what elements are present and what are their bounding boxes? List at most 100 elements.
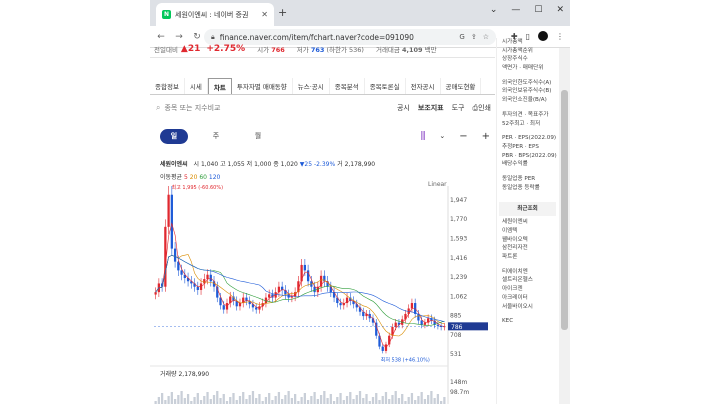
volume-bar bbox=[303, 393, 307, 404]
close-window-icon[interactable]: ✕ bbox=[556, 5, 564, 15]
sb-est-per[interactable]: 추정PER · EPS bbox=[497, 143, 558, 152]
y-tick-label: 1,947 bbox=[450, 197, 467, 204]
volume-bar bbox=[443, 397, 446, 404]
sb-per-eps[interactable]: PER · EPS(2022.09) bbox=[497, 134, 558, 143]
recent-viewed-title: 최근조회 bbox=[499, 202, 556, 217]
tab-news[interactable]: 뉴스·공시 bbox=[293, 78, 330, 94]
candle-body bbox=[170, 194, 173, 249]
volume-bar bbox=[173, 399, 177, 404]
print-link[interactable]: ⎙인쇄 bbox=[473, 103, 492, 113]
volume-bar bbox=[193, 397, 196, 404]
volume-bar bbox=[209, 399, 212, 404]
volume-bar bbox=[323, 391, 326, 404]
tab-title: 세원이엔씨 : 네이버 증권 bbox=[175, 10, 249, 19]
volume-bar bbox=[329, 394, 332, 404]
compare-search-input[interactable] bbox=[164, 104, 315, 112]
volume-bar bbox=[245, 399, 248, 404]
ticker-open-value: 766 bbox=[271, 45, 285, 54]
volume-bar bbox=[375, 393, 378, 404]
tools-link[interactable]: 도구 bbox=[452, 103, 465, 113]
volume-bar bbox=[336, 397, 339, 404]
search-icon: ⌕ bbox=[156, 103, 161, 112]
recent-item[interactable]: 아이크젠 bbox=[497, 285, 558, 294]
volume-bar bbox=[371, 397, 375, 404]
candle-body bbox=[222, 305, 225, 310]
volume-bar bbox=[242, 392, 245, 404]
sb-52week: 52주최고 · 최저 bbox=[502, 120, 541, 127]
period-day-button[interactable]: 일 bbox=[160, 128, 188, 144]
volume-bar bbox=[381, 396, 384, 404]
new-tab-icon[interactable]: + bbox=[278, 6, 287, 19]
volume-bar bbox=[238, 396, 242, 404]
browser-tab[interactable]: N 세원이엔씨 : 네이버 증권 ✕ bbox=[156, 3, 274, 26]
tab-discussion[interactable]: 종목토론실 bbox=[365, 78, 406, 94]
tab-disclosure[interactable]: 전자공시 bbox=[406, 78, 441, 94]
zoom-in-icon[interactable]: + bbox=[482, 131, 490, 142]
chart-tools: 공시 보조지표 도구 ⎙인쇄 bbox=[397, 103, 491, 113]
page-scrollbar-thumb[interactable] bbox=[561, 90, 568, 330]
change-pct: -2.39% bbox=[313, 161, 336, 168]
volume-bar bbox=[219, 398, 222, 404]
sb-dividend[interactable]: 배당수익률 bbox=[497, 160, 558, 169]
ma-line-5 bbox=[155, 222, 445, 348]
recent-item[interactable]: 아크레이터 bbox=[497, 294, 558, 303]
recent-item[interactable]: 파트론 bbox=[497, 253, 558, 262]
ticker-low-value: 763 bbox=[310, 45, 325, 54]
indicator-link[interactable]: 보조지표 bbox=[418, 103, 444, 113]
tab-chart[interactable]: 차트 bbox=[207, 78, 232, 94]
recent-item[interactable]: 세원이엔씨 bbox=[497, 218, 558, 227]
recent-item[interactable]: 삼천리자전 bbox=[497, 244, 558, 253]
maximize-icon[interactable]: ☐ bbox=[534, 5, 542, 15]
disclosure-link[interactable]: 공시 bbox=[397, 103, 410, 113]
volume-bar bbox=[180, 391, 183, 404]
recent-item[interactable]: 서울바이오시 bbox=[497, 303, 558, 312]
sb-market-cap-rank: 시가총액순위 bbox=[502, 47, 533, 54]
tab-short-selling[interactable]: 공매도현황 bbox=[441, 78, 482, 94]
ticker-amount-label: 거래대금 bbox=[375, 45, 400, 54]
volume-bar bbox=[433, 398, 436, 404]
close-tab-icon[interactable]: ✕ bbox=[261, 10, 268, 19]
recent-item[interactable]: 티에이치엔 bbox=[497, 268, 558, 277]
tab-price[interactable]: 시세 bbox=[185, 78, 208, 94]
volume-bar bbox=[394, 391, 397, 404]
tab-analysis[interactable]: 종목분석 bbox=[330, 78, 365, 94]
volume-bar bbox=[342, 400, 345, 404]
candle-body bbox=[375, 322, 378, 336]
candle-body bbox=[167, 194, 170, 227]
period-week-button[interactable]: 주 bbox=[202, 129, 230, 144]
volume-bar bbox=[258, 394, 261, 404]
ticker-amount-value: 4,109 bbox=[401, 45, 423, 54]
window-controls: ⌄ — ☐ ✕ bbox=[490, 5, 564, 15]
ticker-open-label: 시가 bbox=[257, 45, 270, 54]
minimize-icon[interactable]: — bbox=[511, 5, 520, 15]
candle-body bbox=[381, 346, 384, 351]
tab-summary[interactable]: 종합정보 bbox=[150, 78, 185, 94]
tab-search-icon[interactable]: ⌄ bbox=[490, 5, 498, 15]
recent-item[interactable]: 셀트리온헬스 bbox=[497, 276, 558, 285]
close-label: 종 bbox=[273, 161, 279, 168]
recent-item[interactable]: 이엠텍 bbox=[497, 227, 558, 236]
min-price-label: 최저 538 (+46.10%) bbox=[381, 356, 430, 363]
chevron-down-icon[interactable]: ⌄ bbox=[439, 132, 445, 140]
volume-value: 2,178,990 bbox=[344, 161, 376, 168]
candle-chart-icon[interactable]: ⫼ bbox=[421, 131, 426, 142]
y-tick-label: 1,416 bbox=[450, 255, 467, 262]
volume-bar bbox=[264, 397, 268, 404]
candle-body bbox=[436, 324, 440, 326]
volume-bar bbox=[306, 400, 310, 404]
volume-bar bbox=[417, 396, 420, 404]
volume-bar bbox=[222, 394, 225, 404]
recent-item[interactable]: KEC bbox=[497, 317, 558, 326]
volume-bar bbox=[170, 392, 173, 404]
volume-label: 거 bbox=[337, 161, 343, 168]
zoom-out-icon[interactable]: − bbox=[459, 131, 467, 142]
candle-body bbox=[313, 286, 316, 293]
sb-pbr-bps[interactable]: PBR · BPS(2022.09) bbox=[497, 152, 558, 161]
ticker-low: 저가 763 (하한가 536) bbox=[297, 44, 364, 54]
stock-info-sidebar: 시가총액 시가총액순위 상장주식수 액면가 · 매매단위 외국인한도주식수(A)… bbox=[496, 38, 558, 404]
tab-investor[interactable]: 투자자별 매매동향 bbox=[232, 78, 293, 94]
recent-item[interactable]: 웰바이오텍 bbox=[497, 236, 558, 245]
volume-bar bbox=[326, 398, 329, 404]
volume-info: 거래량 2,178,990 bbox=[160, 369, 209, 378]
period-month-button[interactable]: 월 bbox=[244, 129, 272, 144]
